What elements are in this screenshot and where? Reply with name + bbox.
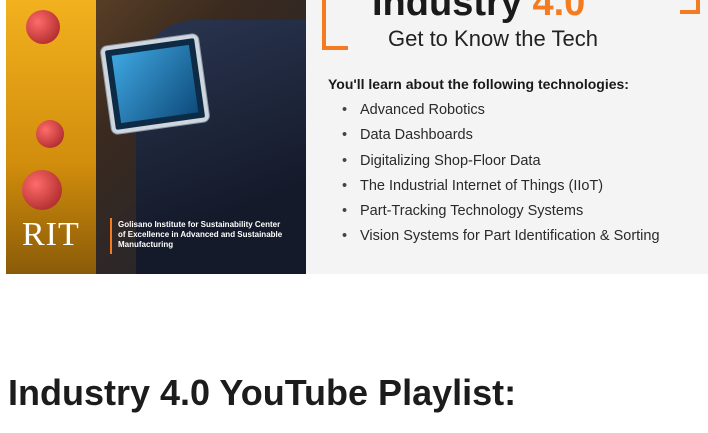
- bullet-icon: •: [342, 102, 348, 118]
- orange-corner-mark: [680, 0, 700, 14]
- list-item: • The Industrial Internet of Things (IIoT…: [328, 174, 660, 199]
- headline-main: Industry: [372, 0, 533, 24]
- technology-label: Digitalizing Shop-Floor Data: [360, 152, 541, 169]
- bullet-icon: •: [342, 152, 348, 169]
- banner-tagline: Get to Know the Tech: [388, 26, 598, 51]
- list-item: • Part-Tracking Technology Systems: [328, 199, 660, 224]
- bullet-icon: •: [342, 228, 348, 245]
- robot-joint: [36, 120, 64, 148]
- robot-joint: [22, 170, 62, 210]
- logo-divider: [110, 218, 112, 254]
- banner-headline: Industry 4.0: [372, 0, 585, 25]
- technology-label: Advanced Robotics: [360, 102, 485, 118]
- technologies-intro: You'll learn about the following technol…: [328, 76, 629, 92]
- technology-label: Part-Tracking Technology Systems: [360, 203, 584, 220]
- technology-label: Data Dashboards: [360, 127, 473, 144]
- technology-label: The Industrial Internet of Things (IIoT): [360, 177, 604, 194]
- technology-label: Vision Systems for Part Identification &…: [360, 228, 660, 245]
- industry-banner-image: RIT Golisano Institute for Sustainabilit…: [6, 0, 708, 274]
- headline-accent: 4.0: [532, 0, 586, 24]
- factory-photo: RIT Golisano Institute for Sustainabilit…: [6, 0, 306, 274]
- list-item: • Data Dashboards: [328, 123, 660, 148]
- tablet-screen: [111, 44, 199, 124]
- banner-content: Industry 4.0 Get to Know the Tech You'll…: [308, 0, 708, 274]
- list-item: • Vision Systems for Part Identification …: [328, 224, 660, 249]
- playlist-heading: Industry 4.0 YouTube Playlist:: [8, 372, 517, 413]
- robot-joint: [26, 10, 60, 44]
- tablet-graphic: [100, 33, 210, 135]
- rit-logo: RIT: [22, 216, 80, 253]
- orange-bracket: [322, 0, 348, 50]
- list-item: • Digitalizing Shop-Floor Data: [328, 149, 660, 174]
- list-item: • Advanced Robotics: [328, 98, 660, 123]
- bullet-icon: •: [342, 127, 348, 144]
- bullet-icon: •: [342, 177, 348, 194]
- technologies-list: • Advanced Robotics • Data Dashboards • Dig…: [328, 98, 660, 250]
- bullet-icon: •: [342, 203, 348, 220]
- logo-caption: Golisano Institute for Sustainability Ce…: [118, 220, 283, 249]
